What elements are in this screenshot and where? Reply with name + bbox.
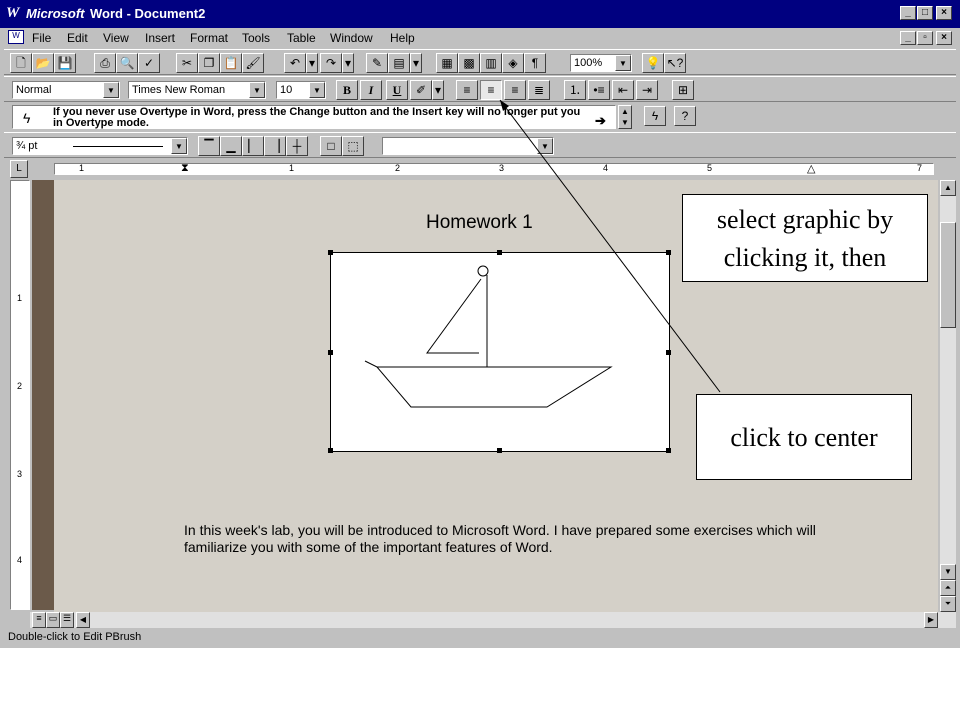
callout-click-to-center: click to center — [696, 394, 912, 480]
annotation-arrow — [499, 99, 721, 393]
word-window: W Microsoft Word - Document2 _ □ × W Fil… — [0, 0, 960, 648]
callout-select-graphic: select graphic by clicking it, then — [682, 194, 928, 282]
